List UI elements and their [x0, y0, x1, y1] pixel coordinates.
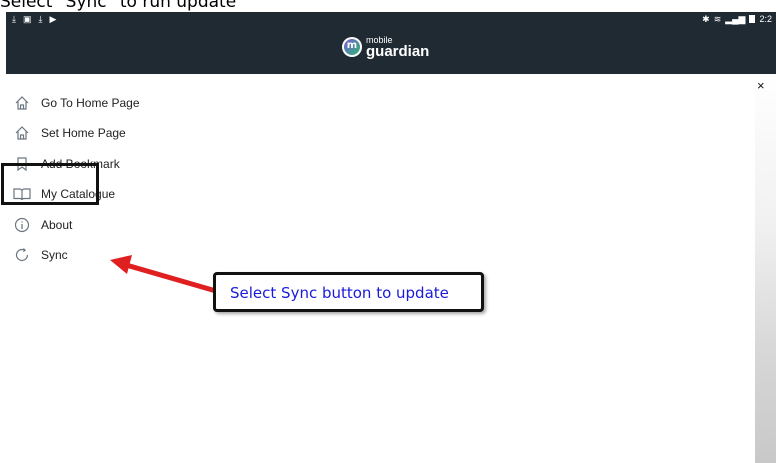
- page-caption: Select "Sync" to run update: [0, 0, 237, 12]
- app-header: m mobile guardian: [6, 26, 776, 74]
- mobile-guardian-logo: m mobile guardian: [342, 35, 429, 59]
- menu-item-label: Go To Home Page: [41, 96, 140, 110]
- status-bar: ⤓ ▣ ⤓ ▶ ✱ ≋ ▂▄▆ 2:2: [6, 12, 776, 26]
- menu-item-label: Set Home Page: [41, 126, 126, 140]
- wifi-icon: ≋: [713, 14, 722, 24]
- sync-icon: [13, 246, 31, 264]
- clock: 2:2: [759, 14, 772, 24]
- navigation-drawer: Go To Home Page Set Home Page Add Bookma…: [6, 74, 756, 463]
- download-icon: ⤓: [38, 14, 43, 24]
- play-icon: ▶: [49, 14, 57, 24]
- menu-item-set-home-page[interactable]: Set Home Page: [6, 118, 306, 148]
- sync-highlight-box: [1, 163, 99, 205]
- info-icon: [13, 216, 31, 234]
- menu-item-sync[interactable]: Sync: [6, 240, 306, 270]
- home-icon: [13, 94, 31, 112]
- menu-item-go-to-home-page[interactable]: Go To Home Page: [6, 88, 306, 118]
- image-icon: ▣: [22, 14, 32, 24]
- tablet-screen: ⤓ ▣ ⤓ ▶ ✱ ≋ ▂▄▆ 2:2 m mobile guardian Go…: [6, 12, 776, 463]
- signal-icon: ▂▄▆: [725, 14, 746, 24]
- annotation-text: Select Sync button to update: [230, 284, 449, 302]
- menu-item-about[interactable]: About: [6, 210, 306, 240]
- close-icon[interactable]: ×: [757, 78, 765, 93]
- background-page-strip: ×: [755, 74, 776, 463]
- download-icon: ⤓: [12, 14, 16, 24]
- menu-item-label: About: [41, 218, 73, 232]
- battery-icon: [749, 15, 756, 23]
- annotation-callout: Select Sync button to update: [213, 272, 484, 312]
- system-icons: ✱ ≋ ▂▄▆ 2:2: [702, 12, 772, 26]
- bluetooth-icon: ✱: [702, 14, 710, 24]
- home-icon: [13, 124, 31, 142]
- menu-item-label: Sync: [41, 248, 68, 262]
- logo-mark-icon: m: [342, 37, 362, 57]
- logo-text-bottom: guardian: [366, 43, 430, 60]
- notification-icons: ⤓ ▣ ⤓ ▶: [12, 12, 56, 26]
